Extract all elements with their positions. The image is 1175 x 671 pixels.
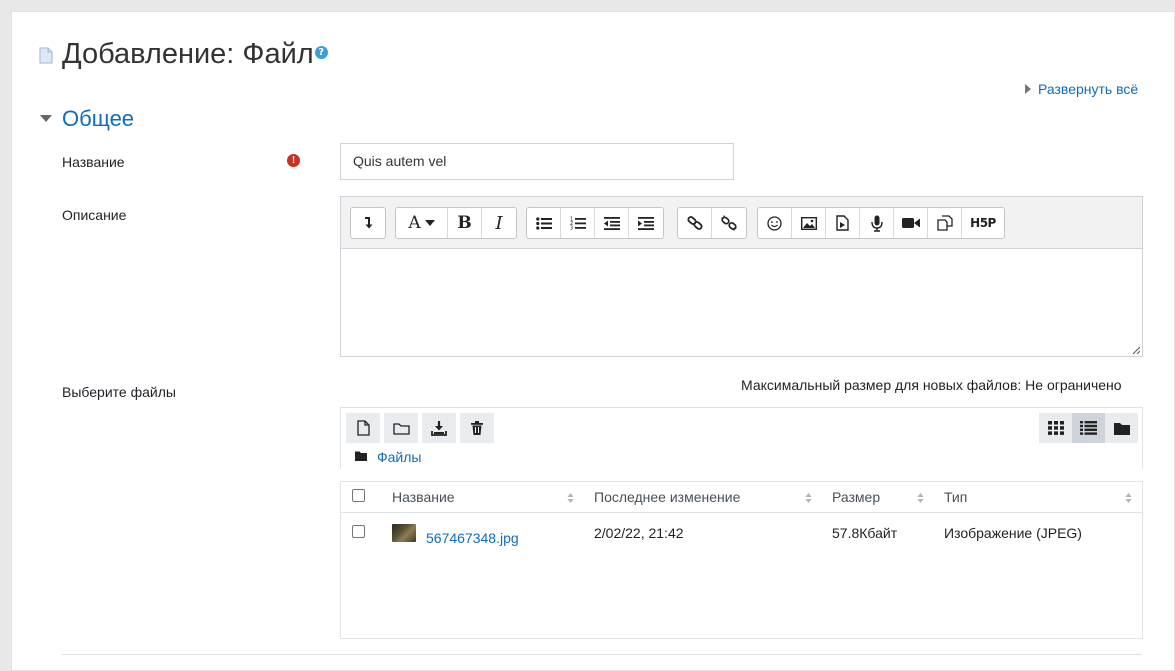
file-table: Название Последнее изменение Размер Тип … [340,481,1143,639]
column-header-name[interactable]: Название [392,488,455,506]
link-icon[interactable] [678,208,712,238]
toolbar-group-media: H5P [757,207,1005,239]
required-icon: ! [287,154,300,167]
description-editor: A B I 123 H5P [340,196,1143,357]
list-icon [1080,421,1097,435]
delete-button[interactable] [460,413,494,443]
indent-icon[interactable] [629,208,663,238]
bold-icon[interactable]: B [448,208,482,238]
expand-all-label: Развернуть всё [1038,81,1139,97]
toolbar-group-collapse [350,207,386,239]
expand-all-link[interactable]: Развернуть всё [1025,79,1138,99]
download-icon [431,420,447,436]
name-label: Название [62,154,125,170]
description-textarea[interactable] [341,249,1142,356]
file-icon [39,47,53,64]
description-label: Описание [62,207,127,223]
file-modified: 2/02/22, 21:42 [594,525,684,541]
folder-icon [355,451,367,461]
files-label: Выберите файлы [62,384,176,400]
table-header: Название Последнее изменение Размер Тип [341,482,1142,513]
view-list-button[interactable] [1072,413,1105,443]
table-row[interactable]: 567467348.jpg 2/02/22, 21:42 57.8Кбайт И… [341,513,1142,553]
manage-files-icon[interactable] [928,208,962,238]
file-picker: Файлы Название Последнее изменение Разме… [340,407,1143,639]
sort-icon[interactable] [805,492,812,504]
image-icon[interactable] [792,208,826,238]
sort-icon[interactable] [567,492,574,504]
select-all-checkbox[interactable] [352,489,365,502]
editor-toolbar: A B I 123 H5P [341,197,1142,249]
view-icons-button[interactable] [1039,413,1072,443]
breadcrumb-files-link[interactable]: Файлы [377,449,421,465]
max-size-text: Максимальный размер для новых файлов: Не… [741,377,1122,393]
download-button[interactable] [422,413,456,443]
collapse-icon[interactable] [351,208,385,238]
file-checkbox[interactable] [352,525,365,538]
svg-text:3: 3 [570,226,573,231]
file-type: Изображение (JPEG) [944,525,1082,541]
ordered-list-icon[interactable]: 123 [561,208,595,238]
resize-grip-icon[interactable] [1132,346,1140,354]
name-input[interactable]: Quis autem vel [340,143,734,180]
file-picker-toolbar: Файлы [340,407,1143,469]
folder-outline-icon [392,422,410,435]
column-header-modified[interactable]: Последнее изменение [594,488,740,506]
record-video-icon[interactable] [894,208,928,238]
page-card: Добавление: Файл? Развернуть всё Общее Н… [11,11,1175,671]
file-size: 57.8Кбайт [832,525,898,541]
font-style-label: A [408,213,421,233]
breadcrumb: Файлы [355,448,421,468]
grid-icon [1047,421,1064,435]
toolbar-group-style: A B I [395,207,517,239]
h5p-icon[interactable]: H5P [962,208,1004,238]
column-header-type[interactable]: Тип [944,488,967,506]
add-file-icon [356,420,370,436]
sort-icon[interactable] [917,492,924,504]
expand-arrow-icon [1025,84,1031,94]
file-thumbnail[interactable] [392,524,416,542]
page-title: Добавление: Файл? [62,34,328,74]
column-header-size[interactable]: Размер [832,488,880,506]
folder-icon [1113,422,1130,435]
toolbar-group-lists: 123 [526,207,664,239]
unlink-icon[interactable] [712,208,746,238]
sort-icon[interactable] [1125,492,1132,504]
emoticon-icon[interactable] [758,208,792,238]
trash-icon [471,421,483,435]
media-icon[interactable] [826,208,860,238]
file-name-link[interactable]: 567467348.jpg [426,529,519,547]
unordered-list-icon[interactable] [527,208,561,238]
create-folder-button[interactable] [384,413,418,443]
toolbar-group-links [677,207,747,239]
help-icon[interactable]: ? [314,45,328,59]
outdent-icon[interactable] [595,208,629,238]
italic-icon[interactable]: I [482,208,516,238]
view-tree-button[interactable] [1105,413,1138,443]
page-title-text: Добавление: Файл [62,38,314,70]
section-collapse-icon[interactable] [40,115,52,122]
section-divider [62,654,1142,655]
record-audio-icon[interactable] [860,208,894,238]
font-style-icon[interactable]: A [396,208,448,238]
section-title[interactable]: Общее [62,104,134,134]
add-file-button[interactable] [346,413,380,443]
